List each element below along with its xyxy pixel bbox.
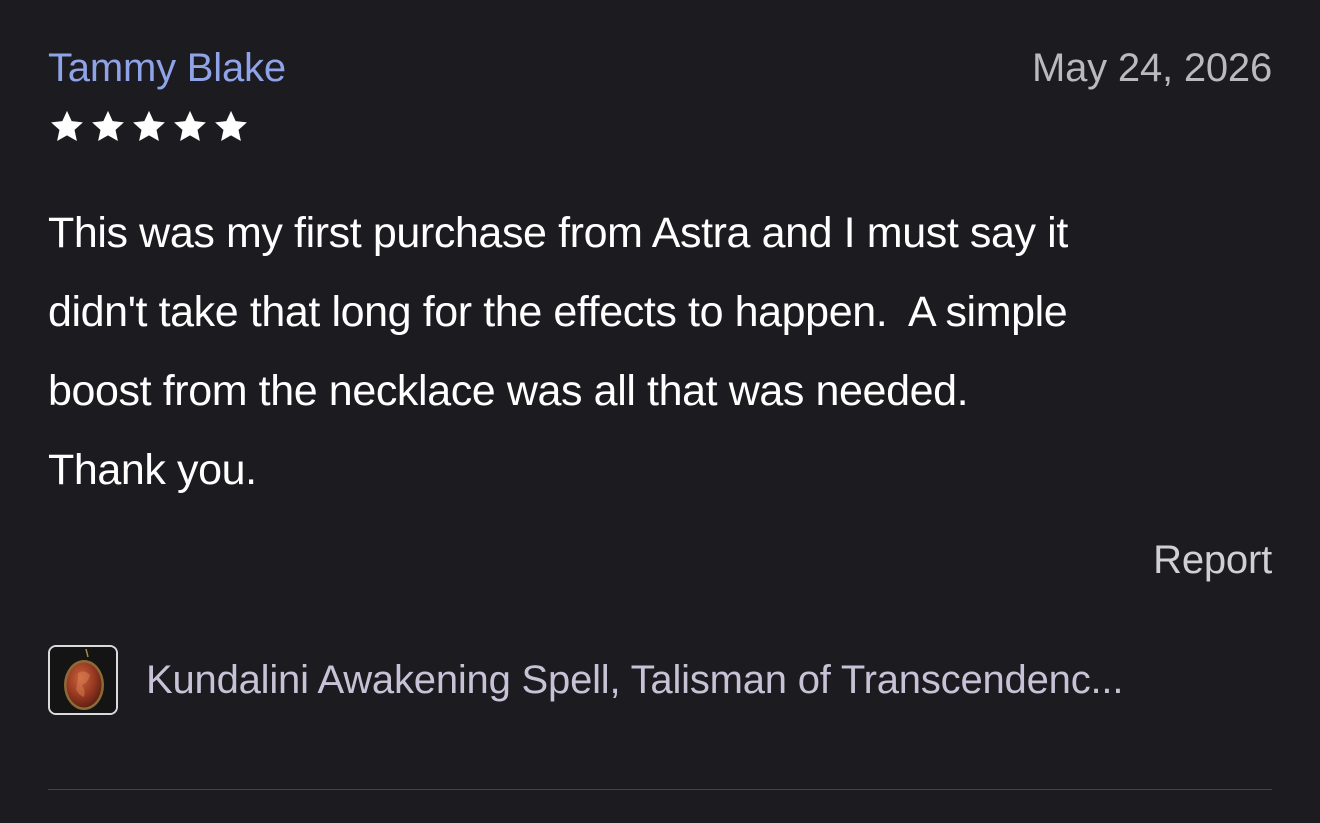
star-icon [171, 108, 209, 146]
carnelian-pendant-thumbnail [50, 647, 116, 713]
star-rating [48, 108, 250, 150]
product-title[interactable]: Kundalini Awakening Spell, Talisman of T… [146, 654, 1123, 706]
star-icon [48, 108, 86, 146]
report-button[interactable]: Report [1153, 534, 1272, 586]
star-icon [130, 108, 168, 146]
review-text: This was my first purchase from Astra an… [48, 209, 1068, 494]
star-icon [89, 108, 127, 146]
product-thumbnail[interactable] [48, 645, 118, 715]
divider [48, 789, 1272, 790]
review-card: Tammy Blake May 24, 2026 This was my fir… [48, 0, 1272, 823]
reviewed-product-link[interactable]: Kundalini Awakening Spell, Talisman of T… [48, 642, 1272, 718]
review-date: May 24, 2026 [1032, 46, 1272, 90]
reviewer-name[interactable]: Tammy Blake [48, 42, 286, 94]
star-icon [212, 108, 250, 146]
